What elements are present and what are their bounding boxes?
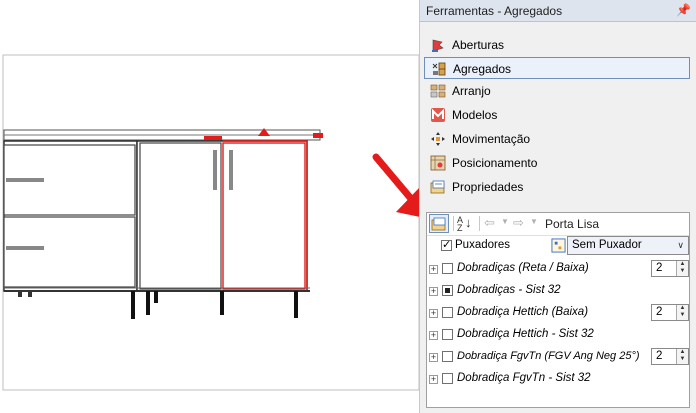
menu-item-label: Propriedades	[452, 180, 524, 194]
row-label: Dobradiça Hettich (Baixa)	[457, 306, 589, 318]
dobradica-row: + Dobradiça FgvTn - Sist 32	[427, 368, 689, 390]
row-checkbox[interactable]	[442, 351, 453, 362]
row-checkbox[interactable]	[442, 307, 453, 318]
menu-item-modelos[interactable]: Modelos	[424, 104, 690, 126]
propriedades-icon	[431, 217, 446, 231]
move-icon	[431, 132, 445, 146]
puxador-select[interactable]: Sem Puxador ∨	[567, 236, 689, 255]
expand-icon[interactable]: +	[429, 331, 438, 340]
puxadores-row: ✓ Puxadores Sem Puxador ∨	[427, 235, 689, 257]
property-object-title: Porta Lisa	[545, 217, 600, 231]
chevron-down-icon: ∨	[677, 240, 684, 250]
menu-item-propriedades[interactable]: Propriedades	[424, 176, 690, 198]
row-label: Dobradiça Hettich - Sist 32	[457, 328, 594, 340]
stepper-arrows-icon[interactable]: ▲ ▼	[676, 305, 688, 320]
menu-item-posicionamento[interactable]: Posicionamento	[424, 152, 690, 174]
quantity-stepper[interactable]: 2 ▲ ▼	[651, 260, 689, 277]
expand-icon[interactable]: +	[429, 353, 438, 362]
propriedades-icon	[430, 180, 445, 194]
dobradica-row: + Dobradiças - Sist 32	[427, 280, 689, 302]
expand-icon[interactable]: +	[429, 287, 438, 296]
dobradica-row: + Dobradiça FgvTn (FGV Ang Neg 25°) 2 ▲ ▼	[427, 346, 689, 368]
chevron-down-icon[interactable]: ▼	[530, 217, 538, 226]
expand-icon[interactable]: +	[429, 375, 438, 384]
menu-item-aberturas[interactable]: Aberturas	[424, 34, 690, 56]
menu-item-label: Modelos	[452, 108, 498, 122]
stepper-arrows-icon[interactable]: ▲ ▼	[676, 349, 688, 364]
puxadores-checkbox[interactable]: ✓	[441, 239, 452, 251]
puxador-type-icon	[551, 238, 566, 253]
panel-title-bar: Ferramentas - Agregados 📌	[420, 0, 696, 22]
stepper-value: 2	[656, 350, 663, 362]
check-icon: ✓	[442, 239, 452, 251]
stepper-arrows-icon[interactable]: ▲ ▼	[676, 261, 688, 276]
quantity-stepper[interactable]: 2 ▲ ▼	[651, 348, 689, 365]
menu-item-label: Movimentação	[452, 132, 531, 146]
row-label: Dobradiça FgvTn (FGV Ang Neg 25°)	[457, 350, 640, 362]
tools-panel: Ferramentas - Agregados 📌 Aberturas Agre…	[419, 0, 696, 413]
sort-az-icon[interactable]: AZ	[457, 216, 463, 233]
separator	[453, 216, 454, 231]
puxadores-label: Puxadores	[455, 239, 510, 251]
menu-item-movimentacao[interactable]: Movimentação	[424, 128, 690, 150]
menu-item-label: Arranjo	[452, 84, 491, 98]
arranjo-icon	[430, 84, 446, 98]
row-checkbox[interactable]	[442, 285, 453, 296]
row-checkbox[interactable]	[442, 373, 453, 384]
dobradica-row: + Dobradiça Hettich - Sist 32	[427, 324, 689, 346]
row-label: Dobradiças - Sist 32	[457, 284, 561, 296]
property-toolbar: AZ ↓ ⇦ ▼ ⇨ ▼ Porta Lisa	[427, 213, 689, 236]
forward-arrow-icon[interactable]: ⇨	[513, 215, 524, 231]
property-grid: AZ ↓ ⇦ ▼ ⇨ ▼ Porta Lisa ✓ Puxadores Sem …	[426, 212, 690, 408]
panel-title: Ferramentas - Agregados	[426, 4, 563, 18]
modelos-icon	[431, 108, 445, 122]
sort-arrow-icon: ↓	[465, 215, 472, 230]
menu-item-label: Agregados	[453, 62, 512, 76]
menu-item-agregados[interactable]: Agregados	[424, 57, 690, 79]
indeterminate-icon	[445, 288, 450, 293]
aberturas-icon	[432, 39, 444, 52]
row-label: Dobradiça FgvTn - Sist 32	[457, 372, 591, 384]
stepper-value: 2	[656, 306, 663, 318]
menu-item-label: Aberturas	[452, 38, 505, 52]
expand-icon[interactable]: +	[429, 265, 438, 274]
agregados-icon	[432, 62, 446, 76]
menu-item-label: Posicionamento	[452, 156, 538, 170]
separator	[479, 216, 480, 231]
dobradica-row: + Dobradiças (Reta / Baixa) 2 ▲ ▼	[427, 258, 689, 280]
expand-icon[interactable]: +	[429, 309, 438, 318]
dobradica-row: + Dobradiça Hettich (Baixa) 2 ▲ ▼	[427, 302, 689, 324]
chevron-down-icon[interactable]: ▼	[501, 217, 509, 226]
row-checkbox[interactable]	[442, 329, 453, 340]
back-arrow-icon[interactable]: ⇦	[484, 215, 495, 231]
puxador-select-value: Sem Puxador	[572, 239, 642, 251]
quantity-stepper[interactable]: 2 ▲ ▼	[651, 304, 689, 321]
pin-icon[interactable]: 📌	[676, 3, 691, 17]
stepper-value: 2	[656, 262, 663, 274]
row-label: Dobradiças (Reta / Baixa)	[457, 262, 589, 274]
posicionamento-icon	[430, 155, 446, 171]
cabinet-drawing	[3, 128, 323, 319]
row-checkbox[interactable]	[442, 263, 453, 274]
categorized-view-button[interactable]	[429, 214, 449, 233]
menu-item-arranjo[interactable]: Arranjo	[424, 80, 690, 102]
